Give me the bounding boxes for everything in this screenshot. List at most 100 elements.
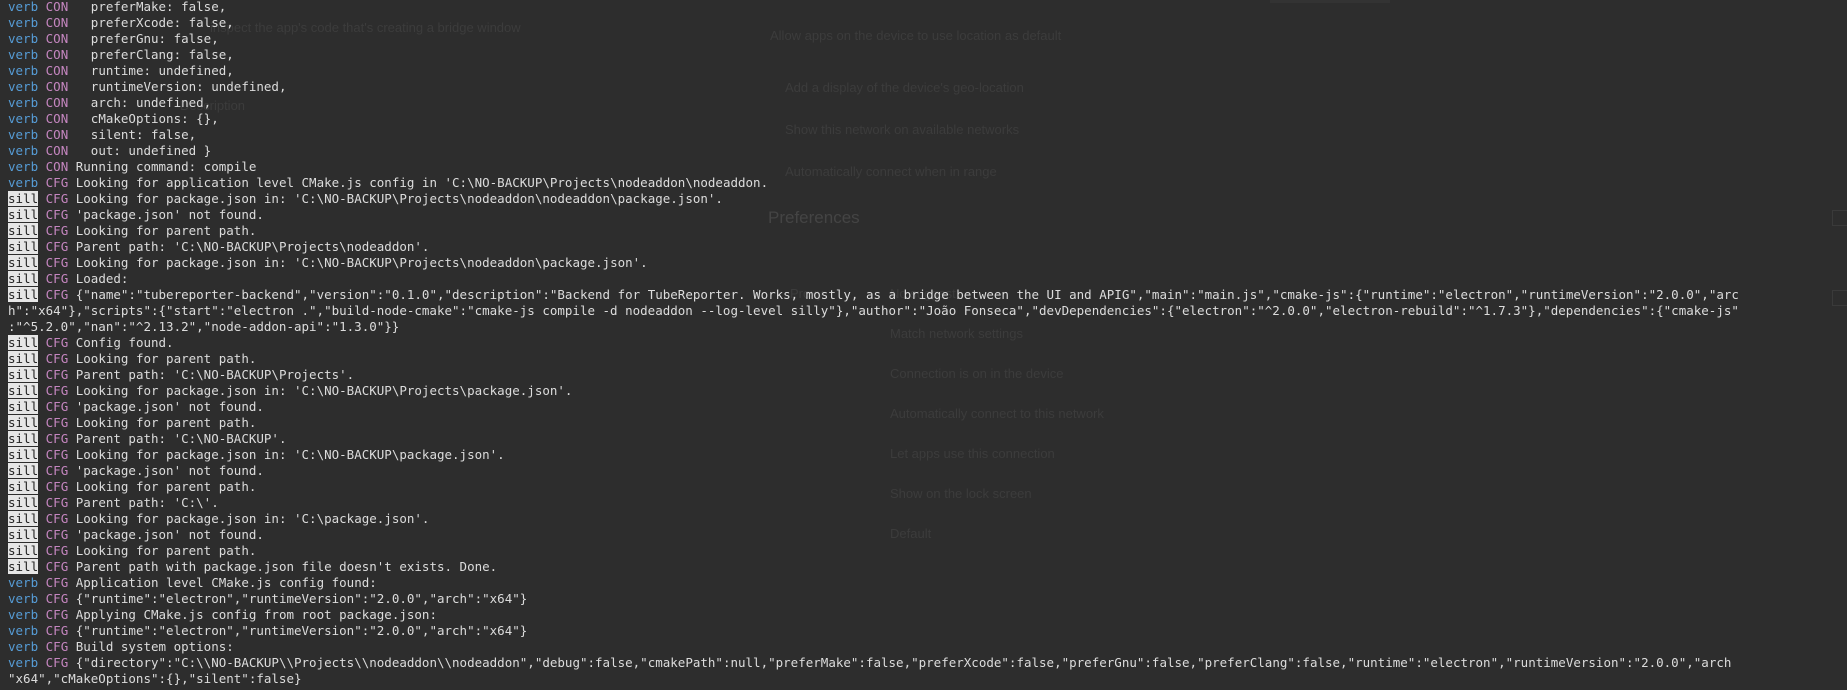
log-tag: CFG — [45, 431, 69, 446]
log-line: sill CFG 'package.json' not found. — [8, 527, 1847, 543]
log-message: preferGnu: false, — [75, 31, 219, 46]
log-line: verb CON preferClang: false, — [8, 47, 1847, 63]
log-level-sill: sill — [8, 543, 39, 558]
log-message: "x64","cMakeOptions":{},"silent":false} — [8, 671, 302, 686]
log-line: sill CFG Parent path: 'C:\'. — [8, 495, 1847, 511]
log-line: verb CON out: undefined } — [8, 143, 1847, 159]
log-level-verb: verb — [8, 575, 39, 590]
log-line: verb CFG Application level CMake.js conf… — [8, 575, 1847, 591]
log-level-sill: sill — [8, 431, 39, 446]
log-message: {"name":"tubereporter-backend","version"… — [75, 287, 1739, 302]
log-level-verb: verb — [8, 79, 39, 94]
log-tag: CFG — [45, 207, 69, 222]
log-line: sill CFG Looking for package.json in: 'C… — [8, 191, 1847, 207]
log-line: sill CFG Looking for parent path. — [8, 415, 1847, 431]
log-line: sill CFG {"name":"tubereporter-backend",… — [8, 287, 1847, 303]
log-line: verb CFG Applying CMake.js config from r… — [8, 607, 1847, 623]
log-tag: CFG — [45, 351, 69, 366]
log-tag: CFG — [45, 255, 69, 270]
log-tag: CON — [45, 31, 69, 46]
log-message: Looking for application level CMake.js c… — [75, 175, 769, 190]
log-level-sill: sill — [8, 559, 39, 574]
log-level-verb: verb — [8, 15, 39, 30]
log-message: Looking for package.json in: 'C:\NO-BACK… — [75, 255, 648, 270]
log-tag: CFG — [45, 271, 69, 286]
log-tag: CFG — [45, 287, 69, 302]
log-message: Looking for parent path. — [75, 223, 257, 238]
log-message: Looking for package.json in: 'C:\package… — [75, 511, 430, 526]
log-line: sill CFG 'package.json' not found. — [8, 463, 1847, 479]
log-level-verb: verb — [8, 0, 39, 14]
log-line: sill CFG Parent path: 'C:\NO-BACKUP'. — [8, 431, 1847, 447]
log-level-sill: sill — [8, 479, 39, 494]
log-level-sill: sill — [8, 351, 39, 366]
log-line: sill CFG Parent path: 'C:\NO-BACKUP\Proj… — [8, 239, 1847, 255]
log-message: Running command: compile — [75, 159, 257, 174]
log-tag: CFG — [45, 639, 69, 654]
log-message: cMakeOptions: {}, — [75, 111, 219, 126]
log-level-verb: verb — [8, 175, 39, 190]
log-message: Parent path: 'C:\NO-BACKUP'. — [75, 431, 287, 446]
log-level-verb: verb — [8, 639, 39, 654]
log-message: Application level CMake.js config found: — [75, 575, 377, 590]
log-message: Looking for parent path. — [75, 351, 257, 366]
log-tag: CON — [45, 159, 69, 174]
log-level-verb: verb — [8, 95, 39, 110]
log-line: "x64","cMakeOptions":{},"silent":false} — [8, 671, 1847, 687]
log-level-sill: sill — [8, 223, 39, 238]
log-line: verb CFG {"runtime":"electron","runtimeV… — [8, 591, 1847, 607]
log-level-sill: sill — [8, 399, 39, 414]
log-line: verb CON silent: false, — [8, 127, 1847, 143]
log-message: preferXcode: false, — [75, 15, 234, 30]
log-tag: CFG — [45, 399, 69, 414]
log-level-sill: sill — [8, 447, 39, 462]
log-message: Parent path: 'C:\NO-BACKUP\Projects\node… — [75, 239, 430, 254]
log-tag: CFG — [45, 607, 69, 622]
log-line: verb CFG Build system options: — [8, 639, 1847, 655]
log-line: sill CFG Looking for package.json in: 'C… — [8, 511, 1847, 527]
log-level-verb: verb — [8, 591, 39, 606]
log-tag: CON — [45, 47, 69, 62]
log-level-sill: sill — [8, 511, 39, 526]
log-line: sill CFG Looking for package.json in: 'C… — [8, 383, 1847, 399]
log-tag: CFG — [45, 415, 69, 430]
log-level-verb: verb — [8, 159, 39, 174]
log-level-sill: sill — [8, 239, 39, 254]
log-line: verb CON runtimeVersion: undefined, — [8, 79, 1847, 95]
log-tag: CFG — [45, 383, 69, 398]
log-line: verb CON cMakeOptions: {}, — [8, 111, 1847, 127]
log-message: Parent path: 'C:\'. — [75, 495, 219, 510]
log-tag: CON — [45, 63, 69, 78]
log-tag: CFG — [45, 191, 69, 206]
log-line: sill CFG Looking for parent path. — [8, 479, 1847, 495]
log-message: preferMake: false, — [75, 0, 227, 14]
log-line: sill CFG Config found. — [8, 335, 1847, 351]
log-level-verb: verb — [8, 607, 39, 622]
log-level-verb: verb — [8, 127, 39, 142]
log-message: Config found. — [75, 335, 174, 350]
log-level-sill: sill — [8, 287, 39, 302]
log-message: {"directory":"C:\\NO-BACKUP\\Projects\\n… — [75, 655, 1732, 670]
log-message: Loaded: — [75, 271, 129, 286]
log-message: out: undefined } — [75, 143, 212, 158]
log-level-sill: sill — [8, 335, 39, 350]
log-tag: CFG — [45, 239, 69, 254]
log-level-verb: verb — [8, 63, 39, 78]
log-message: preferClang: false, — [75, 47, 234, 62]
log-message: h":"x64"},"scripts":{"start":"electron .… — [8, 303, 1739, 318]
log-message: Looking for parent path. — [75, 543, 257, 558]
log-line: verb CFG Looking for application level C… — [8, 175, 1847, 191]
log-level-sill: sill — [8, 207, 39, 222]
log-tag: CFG — [45, 623, 69, 638]
log-line: sill CFG Looking for parent path. — [8, 223, 1847, 239]
log-line: sill CFG Looking for package.json in: 'C… — [8, 447, 1847, 463]
log-message: Parent path: 'C:\NO-BACKUP\Projects'. — [75, 367, 355, 382]
log-line: verb CON preferXcode: false, — [8, 15, 1847, 31]
log-message: Build system options: — [75, 639, 234, 654]
log-tag: CON — [45, 79, 69, 94]
log-tag: CFG — [45, 543, 69, 558]
log-message: Looking for package.json in: 'C:\NO-BACK… — [75, 383, 573, 398]
log-line: verb CFG {"runtime":"electron","runtimeV… — [8, 623, 1847, 639]
log-level-sill: sill — [8, 527, 39, 542]
log-tag: CON — [45, 15, 69, 30]
